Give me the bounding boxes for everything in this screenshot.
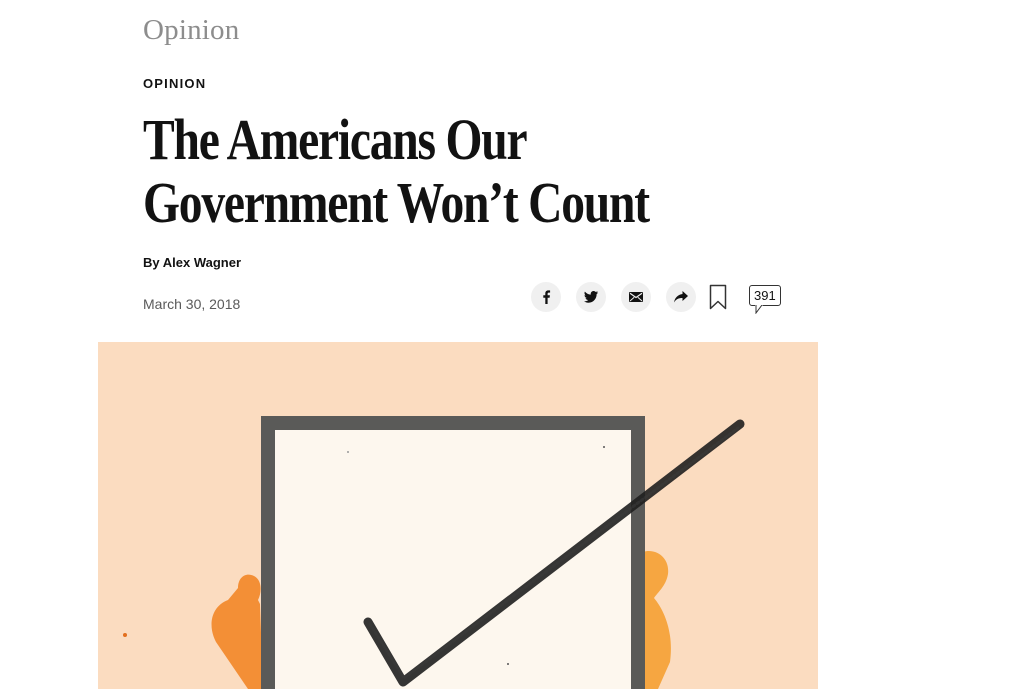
comments-button[interactable]: 391 <box>749 285 781 314</box>
headline-line-2: Government Won’t Count <box>143 170 650 235</box>
save-bookmark-button[interactable] <box>709 284 727 310</box>
comment-icon <box>755 305 763 314</box>
bookmark-icon <box>709 284 727 310</box>
left-figure <box>211 574 263 689</box>
ballot-check-illustration <box>123 416 745 689</box>
right-figure <box>643 550 671 689</box>
byline-prefix: By <box>143 255 160 270</box>
section-logo[interactable]: Opinion <box>143 14 239 47</box>
share-icon <box>674 291 688 303</box>
twitter-icon <box>584 291 598 303</box>
hero-illustration <box>98 342 818 689</box>
share-toolbar: 391 <box>531 281 781 314</box>
email-share-button[interactable] <box>621 282 651 312</box>
email-icon <box>629 292 643 302</box>
facebook-icon <box>543 290 551 304</box>
twitter-share-button[interactable] <box>576 282 606 312</box>
author-link[interactable]: Alex Wagner <box>163 255 241 270</box>
facebook-share-button[interactable] <box>531 282 561 312</box>
headline-line-1: The Americans Our <box>143 107 528 172</box>
byline: By Alex Wagner <box>143 255 241 270</box>
publish-date: March 30, 2018 <box>143 296 241 312</box>
article-kicker[interactable]: OPINION <box>143 76 206 91</box>
article-headline: The Americans Our Government Won’t Count <box>143 107 650 235</box>
comment-count: 391 <box>749 285 781 306</box>
more-share-button[interactable] <box>666 282 696 312</box>
ballot-panel <box>275 430 631 689</box>
